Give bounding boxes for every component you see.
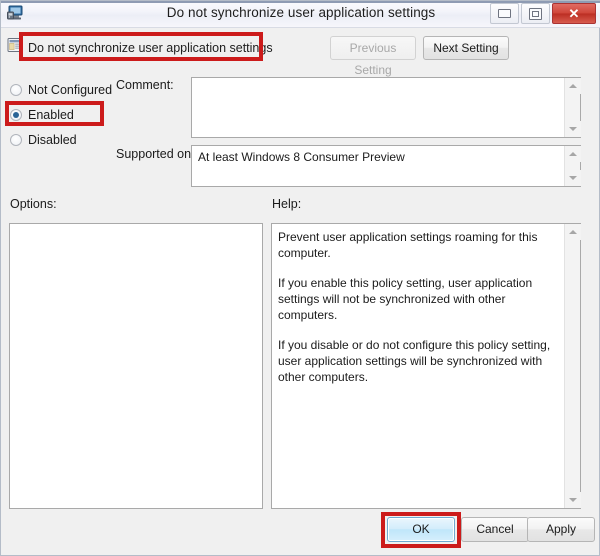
policy-setting-dialog: Do not synchronize user application sett…	[0, 0, 600, 556]
help-paragraph: If you enable this policy setting, user …	[278, 275, 558, 323]
radio-not-configured-label: Not Configured	[28, 83, 112, 97]
previous-setting-button[interactable]: Previous Setting	[330, 36, 416, 60]
supported-on-value: At least Windows 8 Consumer Preview	[198, 150, 560, 164]
close-icon: ✕	[553, 4, 595, 23]
screenshot-root: Do not synchronize user application sett…	[0, 0, 600, 556]
help-scroll-up-icon[interactable]	[565, 224, 581, 240]
options-pane[interactable]	[9, 223, 263, 509]
radio-not-configured[interactable]: Not Configured	[10, 81, 112, 99]
maximize-icon	[522, 4, 549, 23]
comment-input[interactable]	[191, 77, 581, 138]
maximize-button[interactable]	[521, 3, 550, 24]
supported-on-scrollbar[interactable]	[564, 146, 580, 186]
comment-scrollbar[interactable]	[564, 78, 580, 137]
radio-enabled[interactable]: Enabled	[10, 106, 74, 124]
caption-buttons: ✕	[488, 3, 596, 24]
comment-scroll-up-icon[interactable]	[565, 78, 581, 94]
cancel-button[interactable]: Cancel	[461, 517, 529, 542]
radio-disabled[interactable]: Disabled	[10, 131, 77, 149]
policy-setting-icon	[7, 37, 24, 54]
minimize-button[interactable]	[490, 3, 519, 24]
next-setting-button[interactable]: Next Setting	[423, 36, 509, 60]
radio-enabled-label: Enabled	[28, 108, 74, 122]
comment-scroll-down-icon[interactable]	[565, 121, 581, 137]
help-pane[interactable]: Prevent user application settings roamin…	[271, 223, 581, 509]
supported-on-scroll-down-icon[interactable]	[565, 170, 581, 186]
apply-button[interactable]: Apply	[527, 517, 595, 542]
radio-not-configured-icon	[10, 84, 22, 96]
help-scroll-down-icon[interactable]	[565, 492, 581, 508]
comment-label: Comment:	[116, 78, 174, 92]
setting-title: Do not synchronize user application sett…	[28, 41, 273, 55]
radio-disabled-icon	[10, 134, 22, 146]
radio-disabled-label: Disabled	[28, 133, 77, 147]
radio-enabled-icon	[10, 109, 22, 121]
help-scrollbar[interactable]	[564, 224, 580, 508]
supported-on-field[interactable]: At least Windows 8 Consumer Preview	[191, 145, 581, 187]
help-text: Prevent user application settings roamin…	[278, 229, 558, 385]
help-pane-label: Help:	[272, 197, 301, 211]
setting-header-row: Do not synchronize user application sett…	[1, 29, 600, 71]
options-pane-label: Options:	[10, 197, 57, 211]
supported-on-scroll-up-icon[interactable]	[565, 146, 581, 162]
supported-on-label: Supported on:	[116, 147, 195, 161]
title-bar[interactable]: Do not synchronize user application sett…	[1, 1, 600, 28]
close-button[interactable]: ✕	[552, 3, 596, 24]
minimize-icon	[491, 4, 518, 23]
help-paragraph: Prevent user application settings roamin…	[278, 229, 558, 261]
ok-button[interactable]: OK	[387, 517, 455, 542]
help-paragraph: If you disable or do not configure this …	[278, 337, 558, 385]
